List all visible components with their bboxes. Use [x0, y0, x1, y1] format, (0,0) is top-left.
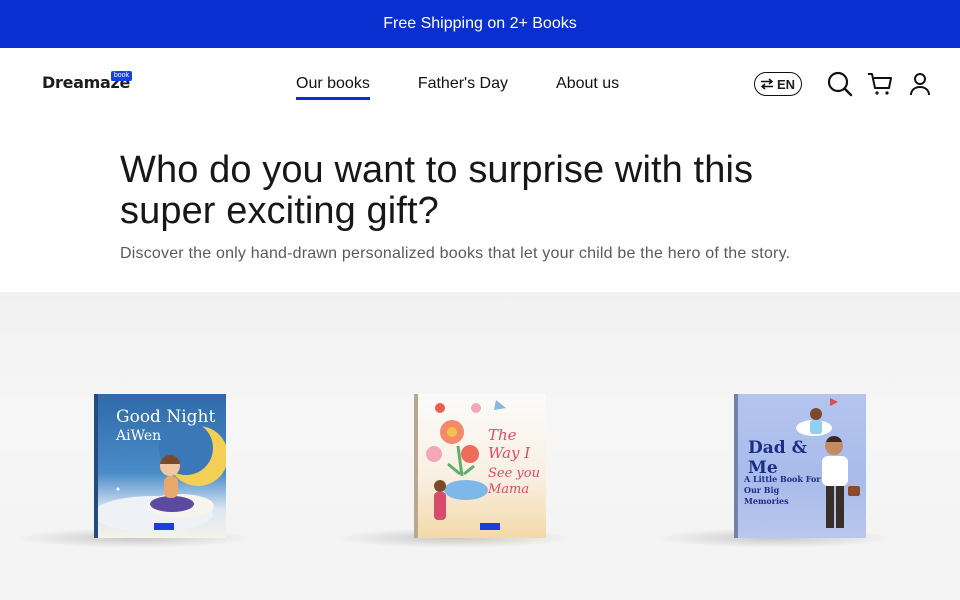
account-button[interactable]: [906, 70, 934, 98]
publisher-badge: [154, 523, 174, 530]
nav-our-books[interactable]: Our books: [296, 48, 370, 120]
main-nav: Our books Father's Day About us: [296, 48, 667, 120]
book-title-line2: See you Mama: [488, 466, 540, 497]
book-good-night[interactable]: Good Night AiWen: [14, 394, 254, 548]
header-tools: EN: [753, 48, 934, 120]
nav-fathers-day[interactable]: Father's Day: [418, 48, 508, 120]
hero-section: Who do you want to surprise with this su…: [0, 120, 960, 292]
hero-subtitle: Discover the only hand-drawn personalize…: [120, 245, 791, 262]
logo[interactable]: Dreamaze book: [42, 71, 133, 93]
language-switch-button[interactable]: EN: [753, 72, 802, 96]
publisher-badge: [480, 523, 500, 530]
book-title-line1: Dad & Me: [748, 438, 807, 478]
book-title-line1: Good Night: [116, 407, 216, 427]
book-cover: Dad & Me A Little Book For Our Big Memor…: [738, 394, 866, 538]
book-showcase: Good Night AiWen The Way I See you Mama: [0, 292, 960, 600]
language-switch-icon: [760, 78, 774, 90]
hero-title: Who do you want to surprise with this su…: [120, 149, 754, 232]
logo-tag: book: [110, 71, 133, 81]
book-title-line1: The Way I: [488, 426, 531, 462]
cart-icon: [868, 73, 892, 95]
book-the-way-i-see-you[interactable]: The Way I See you Mama: [334, 394, 574, 548]
book-cover: The Way I See you Mama: [418, 394, 546, 538]
promo-banner: Free Shipping on 2+ Books: [0, 0, 960, 48]
cart-button[interactable]: [866, 70, 894, 98]
book-title-line2: AiWen: [116, 428, 162, 444]
promo-text: Free Shipping on 2+ Books: [383, 15, 577, 32]
search-button[interactable]: [826, 70, 854, 98]
book-title-line2: A Little Book For Our Big Memories: [744, 474, 821, 506]
book-dad-and-me[interactable]: Dad & Me A Little Book For Our Big Memor…: [654, 394, 894, 548]
book-cover: Good Night AiWen: [98, 394, 226, 538]
account-icon: [910, 73, 930, 96]
search-icon: [827, 71, 853, 97]
nav-about-us[interactable]: About us: [556, 48, 619, 120]
site-header: Dreamaze book Our books Father's Day Abo…: [0, 48, 960, 120]
language-code: EN: [776, 76, 795, 92]
